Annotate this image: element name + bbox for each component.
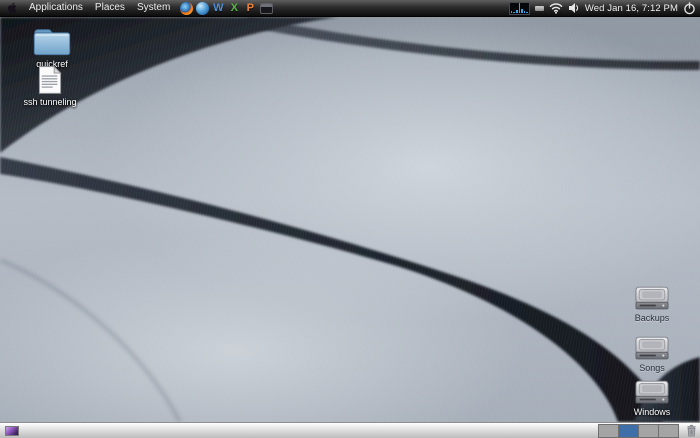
desktop-icon-backups[interactable]: Backups	[620, 286, 684, 323]
power-icon[interactable]	[683, 2, 696, 15]
apple-logo-icon	[5, 1, 18, 15]
icon-label: Songs	[639, 363, 665, 373]
workspace-cell[interactable]	[618, 424, 639, 438]
hard-drive-icon	[635, 336, 669, 361]
terminal-icon[interactable]	[259, 1, 273, 15]
powerpoint-icon[interactable]: P	[243, 1, 257, 15]
wallpaper-image	[0, 17, 700, 422]
wifi-icon[interactable]	[549, 2, 563, 14]
workspace-switcher	[599, 424, 679, 438]
workspace-cell[interactable]	[638, 424, 659, 438]
desktop-icon-quickref[interactable]: quickref	[20, 26, 84, 69]
system-tray: Wed Jan 16, 7:12 PM	[509, 2, 696, 15]
bottom-panel	[0, 422, 700, 438]
hard-drive-icon	[635, 380, 669, 405]
desktop-icon-ssh-tunneling[interactable]: ssh tunneling	[18, 65, 82, 107]
workspace-cell[interactable]	[658, 424, 679, 438]
word-icon[interactable]: W	[211, 1, 225, 15]
web-globe-icon[interactable]	[195, 1, 209, 15]
main-menu-button[interactable]	[5, 1, 18, 15]
trash-icon	[686, 424, 697, 437]
icon-label: Windows	[634, 407, 671, 417]
panel-launchers: W X P	[179, 1, 273, 15]
icon-label: Backups	[635, 313, 670, 323]
desktop-icon-songs[interactable]: Songs	[620, 336, 684, 373]
workspace-cell[interactable]	[598, 424, 619, 438]
menu-applications[interactable]: Applications	[23, 0, 89, 16]
trash-applet[interactable]	[684, 424, 698, 438]
excel-icon[interactable]: X	[227, 1, 241, 15]
document-icon	[38, 65, 62, 95]
volume-icon[interactable]	[568, 2, 580, 14]
desktop-wallpaper[interactable]: quickref ssh tunneling	[0, 17, 700, 422]
menu-places[interactable]: Places	[89, 0, 131, 16]
hard-drive-icon	[635, 286, 669, 311]
icon-label: ssh tunneling	[23, 97, 76, 107]
menu-system[interactable]: System	[131, 0, 176, 16]
firefox-icon[interactable]	[179, 1, 193, 15]
top-panel: Applications Places System W X P	[0, 0, 700, 17]
clock-applet[interactable]: Wed Jan 16, 7:12 PM	[585, 3, 678, 14]
desktop-icon-windows[interactable]: Windows	[620, 380, 684, 417]
folder-icon	[32, 26, 72, 57]
desktop-screen: Applications Places System W X P	[0, 0, 700, 438]
desktop-thumbnail-icon	[5, 426, 19, 436]
show-desktop-button[interactable]	[2, 424, 22, 437]
cpu-monitor-applet[interactable]	[509, 2, 530, 15]
battery-icon[interactable]	[535, 6, 544, 11]
